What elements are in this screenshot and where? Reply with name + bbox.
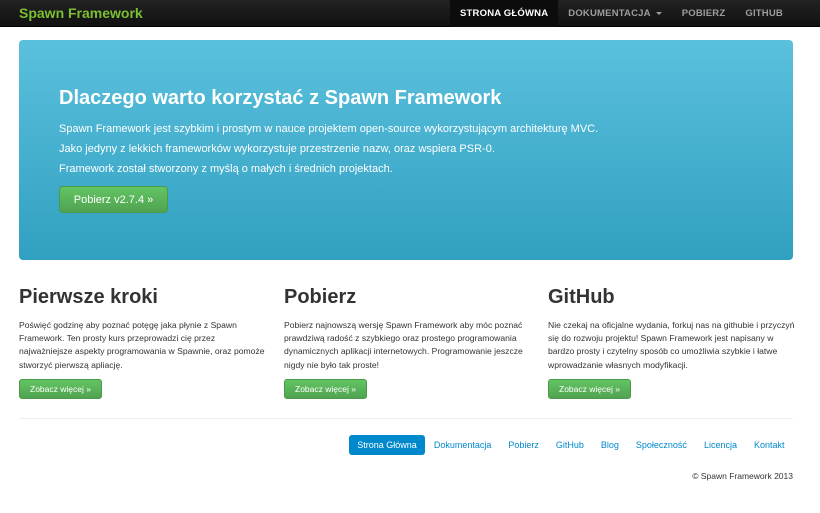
feature-column-first-steps: Pierwsze kroki Poświęć godzinę aby pozna… — [19, 286, 269, 399]
footer-nav: Strona Główna Dokumentacja Pobierz GitHu… — [348, 435, 793, 455]
nav-item-github[interactable]: GITHUB — [735, 0, 793, 27]
column-title: Pierwsze kroki — [19, 286, 158, 308]
see-more-button[interactable]: Zobacz więcej » — [548, 379, 631, 399]
nav-label: POBIERZ — [681, 8, 726, 19]
brand-logo[interactable]: Spawn Framework — [19, 5, 143, 21]
download-button[interactable]: Pobierz v2.7.4 » — [59, 186, 168, 213]
nav-label: GITHUB — [745, 8, 783, 19]
footer-link-blog[interactable]: Blog — [592, 435, 627, 455]
column-title: GitHub — [548, 286, 615, 308]
footer-link-community[interactable]: Społeczność — [627, 435, 695, 455]
footer-link-docs[interactable]: Dokumentacja — [425, 435, 500, 455]
column-title: Pobierz — [284, 286, 357, 308]
copyright: © Spawn Framework 2013 — [692, 471, 793, 481]
nav-item-download[interactable]: POBIERZ — [672, 0, 736, 27]
nav-item-docs[interactable]: DOKUMENTACJA — [558, 0, 671, 27]
hero-line: Framework został stworzony z myślą o mał… — [59, 163, 393, 175]
hero-line: Spawn Framework jest szybkim i prostym w… — [59, 123, 599, 135]
nav-label: STRONA GŁÓWNA — [460, 8, 549, 19]
hero-line: Jako jedyny z lekkich frameworków wykorz… — [59, 143, 495, 155]
column-text: Pobierz najnowszą wersję Spawn Framework… — [284, 320, 523, 370]
footer-link-home[interactable]: Strona Główna — [348, 435, 426, 455]
feature-column-download: Pobierz Pobierz najnowszą wersję Spawn F… — [284, 286, 534, 399]
footer-divider — [19, 418, 793, 419]
column-text: Poświęć godzinę aby poznać potęgę jaka p… — [19, 320, 265, 370]
hero-title: Dlaczego warto korzystać z Spawn Framewo… — [59, 87, 502, 109]
nav-label: DOKUMENTACJA — [568, 8, 651, 19]
footer-link-download[interactable]: Pobierz — [500, 435, 548, 455]
caret-down-icon — [655, 11, 662, 15]
footer-link-github[interactable]: GitHub — [547, 435, 592, 455]
footer-link-license[interactable]: Licencja — [695, 435, 745, 455]
see-more-button[interactable]: Zobacz więcej » — [284, 379, 367, 399]
footer-link-contact[interactable]: Kontakt — [745, 435, 793, 455]
hero-jumbotron: Dlaczego warto korzystać z Spawn Framewo… — [19, 40, 793, 260]
top-navbar: Spawn Framework STRONA GŁÓWNA DOKUMENTAC… — [0, 0, 820, 27]
see-more-button[interactable]: Zobacz więcej » — [19, 379, 102, 399]
column-text: Nie czekaj na oficjalne wydania, forkuj … — [548, 320, 795, 370]
nav-item-home[interactable]: STRONA GŁÓWNA — [450, 0, 559, 27]
feature-column-github: GitHub Nie czekaj na oficjalne wydania, … — [548, 286, 798, 399]
main-nav: STRONA GŁÓWNA DOKUMENTACJA POBIERZ GITHU… — [450, 0, 793, 27]
